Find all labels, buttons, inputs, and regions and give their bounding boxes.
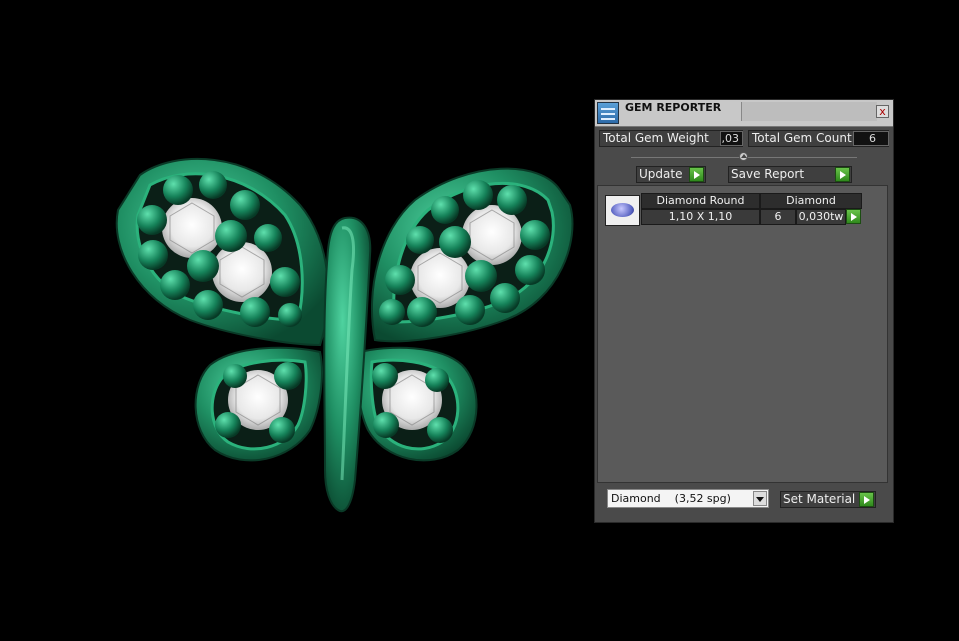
update-go-icon <box>689 167 704 182</box>
save-report-button-label: Save Report <box>731 167 805 181</box>
gem-size: 1,10 X 1,10 <box>641 209 760 225</box>
update-button-label: Update <box>639 167 683 181</box>
gem-count: 6 <box>760 209 796 225</box>
gem-row-go-icon[interactable] <box>846 209 861 224</box>
title-bar-track <box>741 102 877 121</box>
title-bar[interactable]: GEM REPORTER x <box>595 100 893 127</box>
total-gem-count-value: 6 <box>853 131 889 146</box>
set-material-go-icon <box>859 492 874 507</box>
material-select[interactable]: Diamond (3,52 spg) <box>607 489 769 508</box>
collapse-chevron-icon[interactable] <box>739 152 748 161</box>
gem-list: Diamond Round Diamond 1,10 X 1,10 6 0,03… <box>597 185 888 483</box>
gem-reporter-app-icon <box>597 102 619 124</box>
set-material-button[interactable]: Set Material <box>780 491 876 508</box>
3d-viewport[interactable] <box>0 0 590 637</box>
butterfly-model <box>115 157 574 513</box>
gem-thumbnail-icon <box>605 195 640 226</box>
column-header-material: Diamond <box>760 193 862 209</box>
column-header-shape: Diamond Round <box>641 193 760 209</box>
gem-reporter-panel: GEM REPORTER x Total Gem Weight ,03 Tota… <box>594 99 894 523</box>
save-report-button[interactable]: Save Report <box>728 166 852 183</box>
update-button[interactable]: Update <box>636 166 706 183</box>
material-select-value: Diamond (3,52 spg) <box>611 492 731 505</box>
chevron-down-icon[interactable] <box>753 491 767 506</box>
save-report-go-icon <box>835 167 850 182</box>
set-material-button-label: Set Material <box>783 492 856 506</box>
gem-weight: 0,030tw <box>796 209 846 225</box>
panel-title: GEM REPORTER <box>625 101 722 114</box>
total-gem-weight-value: ,03 <box>720 131 743 146</box>
close-icon[interactable]: x <box>876 105 889 118</box>
